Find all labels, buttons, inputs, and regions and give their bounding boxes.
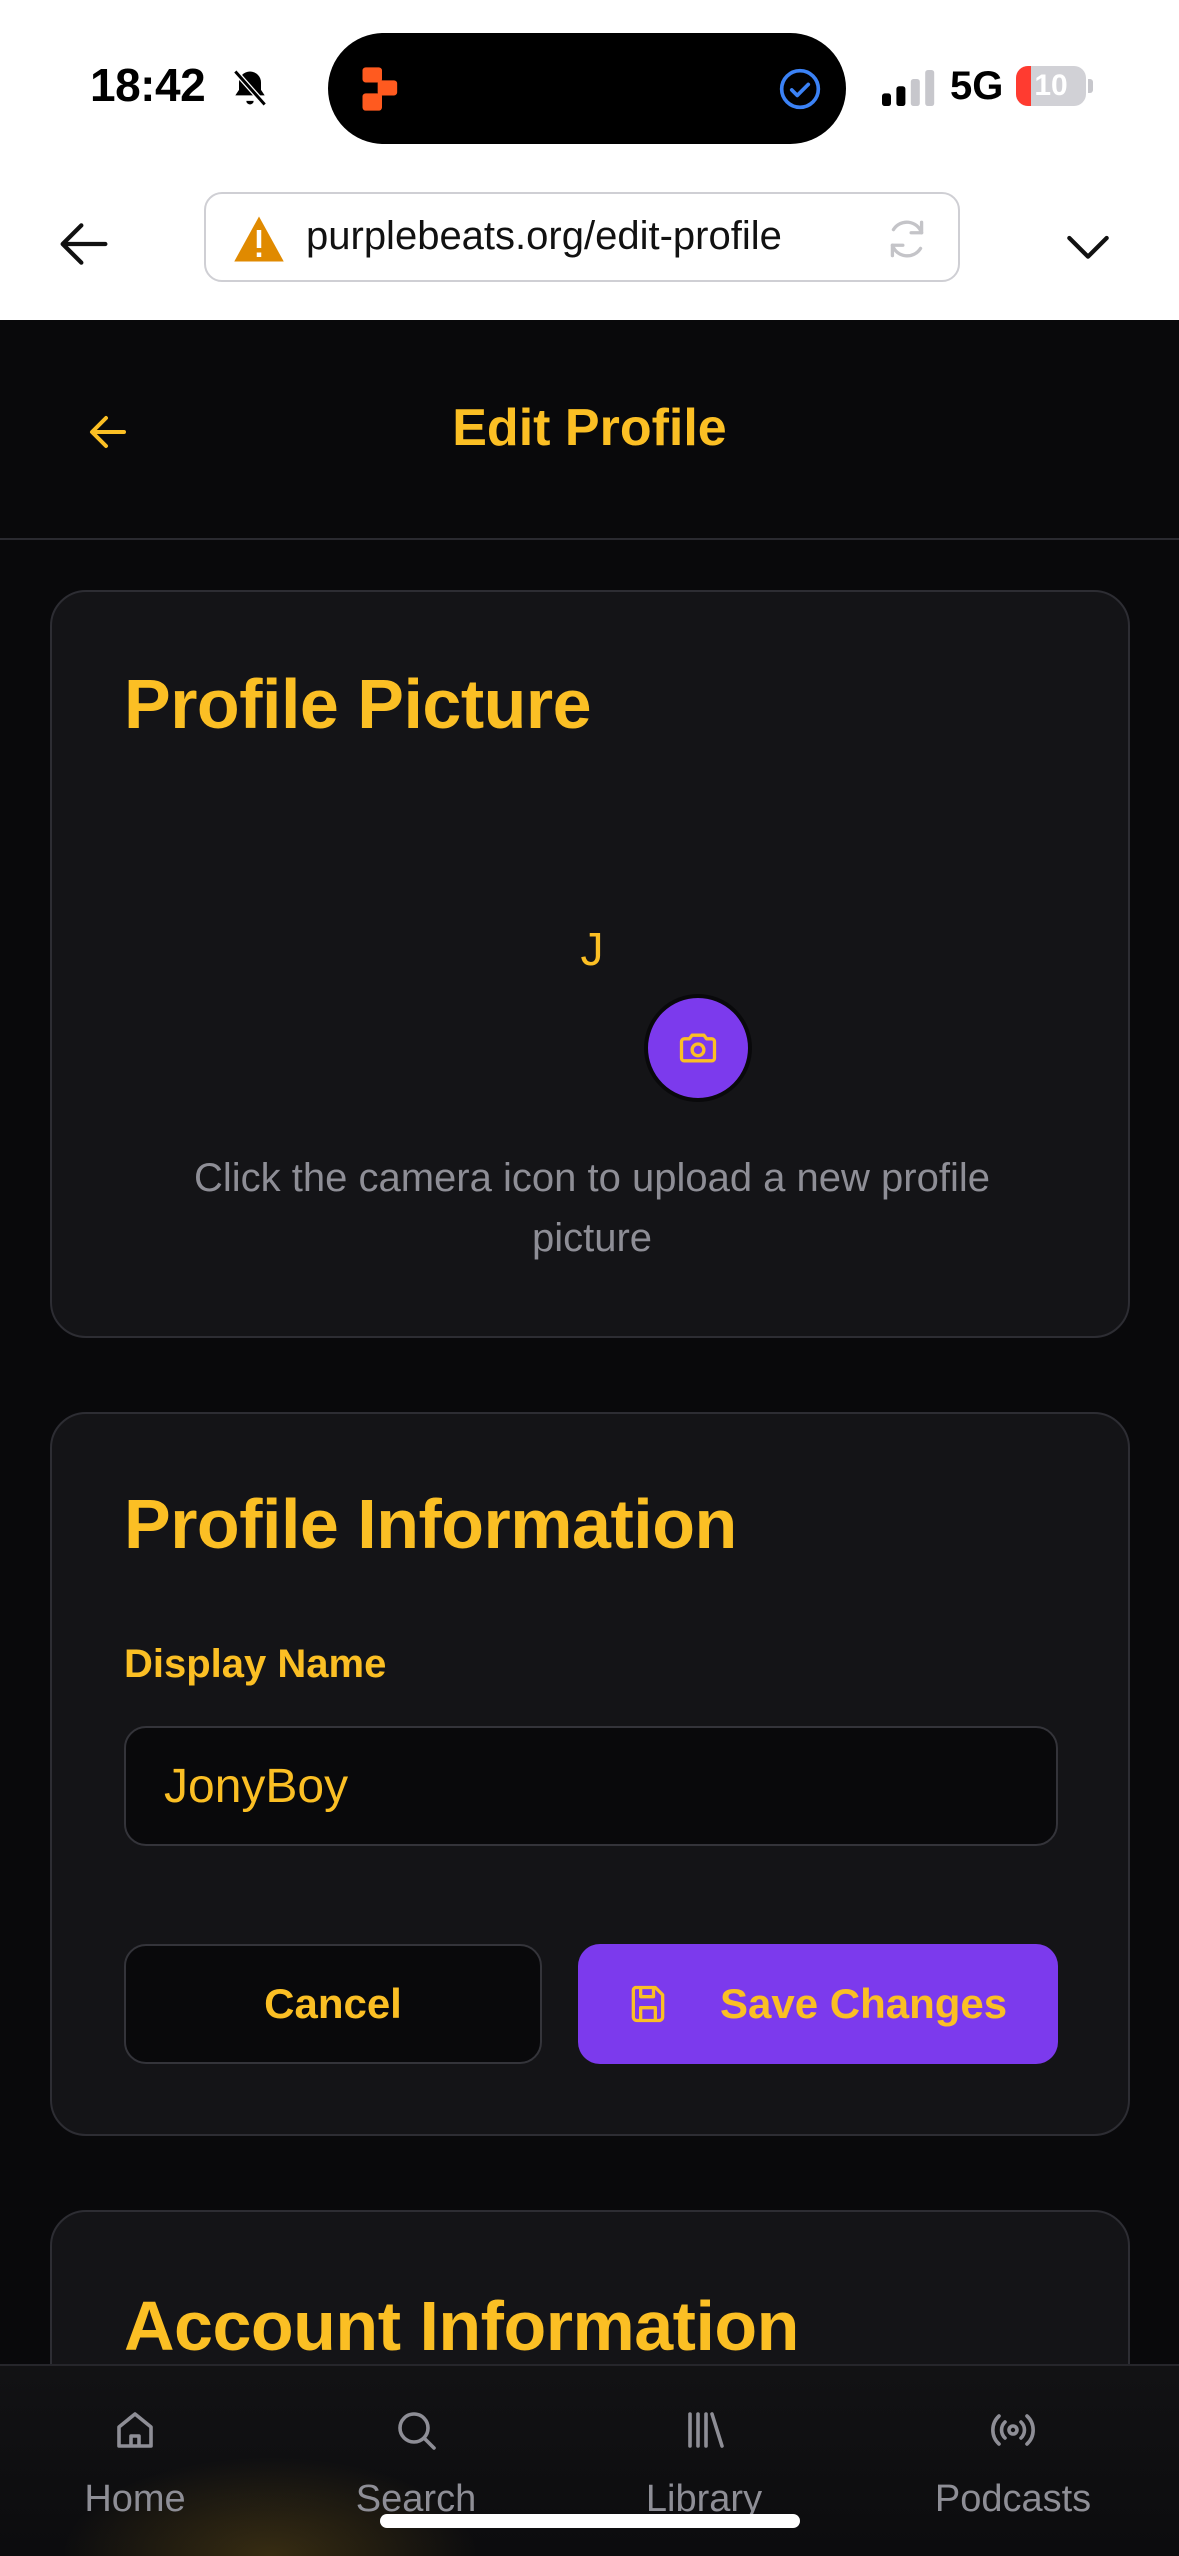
warning-icon bbox=[234, 216, 284, 262]
nav-search[interactable]: Search bbox=[296, 2366, 536, 2526]
cancel-button[interactable]: Cancel bbox=[124, 1944, 542, 2064]
podcast-icon bbox=[991, 2414, 1035, 2446]
battery-indicator: 10 bbox=[1016, 66, 1094, 106]
reload-icon[interactable] bbox=[882, 214, 932, 264]
battery-level: 10 bbox=[1034, 69, 1068, 102]
search-icon bbox=[398, 2412, 436, 2450]
browser-bar: purplebeats.org/edit-profile bbox=[0, 180, 1179, 320]
url-text: purplebeats.org/edit-profile bbox=[306, 214, 782, 258]
nav-podcasts[interactable]: Podcasts bbox=[893, 2366, 1133, 2526]
home-indicator[interactable] bbox=[380, 2514, 800, 2528]
library-icon bbox=[688, 2412, 724, 2448]
chevron-down-icon[interactable] bbox=[1056, 214, 1120, 278]
checkmark-circle-icon bbox=[779, 68, 821, 110]
upload-photo-button[interactable] bbox=[644, 994, 752, 1102]
profile-information-card: Profile Information Display Name Cancel … bbox=[50, 1412, 1130, 2136]
profile-information-heading: Profile Information bbox=[124, 1485, 737, 1563]
back-arrow-icon[interactable] bbox=[52, 212, 116, 276]
status-bar: 18:42 5G 10 bbox=[0, 0, 1179, 180]
nav-label: Podcasts bbox=[934, 2478, 1092, 2520]
save-icon bbox=[631, 1985, 665, 2023]
profile-picture-card: Profile Picture J Click the camera icon … bbox=[50, 590, 1130, 1338]
camera-icon bbox=[679, 1033, 717, 1063]
status-time: 18:42 bbox=[90, 59, 206, 111]
nav-label: Home bbox=[84, 2478, 186, 2520]
account-information-heading: Account Information bbox=[124, 2287, 799, 2365]
save-changes-button[interactable]: Save Changes bbox=[578, 1944, 1058, 2064]
upload-hint: Click the camera icon to upload a new pr… bbox=[194, 1156, 990, 1260]
page-title: Edit Profile bbox=[452, 399, 727, 457]
save-changes-label: Save Changes bbox=[720, 1980, 1008, 2027]
network-type: 5G bbox=[950, 64, 1004, 108]
address-bar[interactable]: purplebeats.org/edit-profile bbox=[204, 192, 960, 282]
avatar: J bbox=[580, 923, 604, 975]
bell-slash-icon bbox=[233, 69, 267, 107]
display-name-field[interactable] bbox=[124, 1726, 1058, 1846]
display-name-label: Display Name bbox=[124, 1642, 387, 1686]
signal-icon bbox=[882, 70, 935, 106]
nav-home[interactable]: Home bbox=[15, 2366, 255, 2526]
nav-library[interactable]: Library bbox=[584, 2366, 824, 2526]
dynamic-island bbox=[328, 33, 846, 144]
profile-picture-heading: Profile Picture bbox=[124, 665, 592, 743]
home-icon bbox=[117, 2412, 153, 2448]
app-header: Edit Profile bbox=[0, 320, 1179, 540]
app-icon bbox=[362, 67, 398, 111]
